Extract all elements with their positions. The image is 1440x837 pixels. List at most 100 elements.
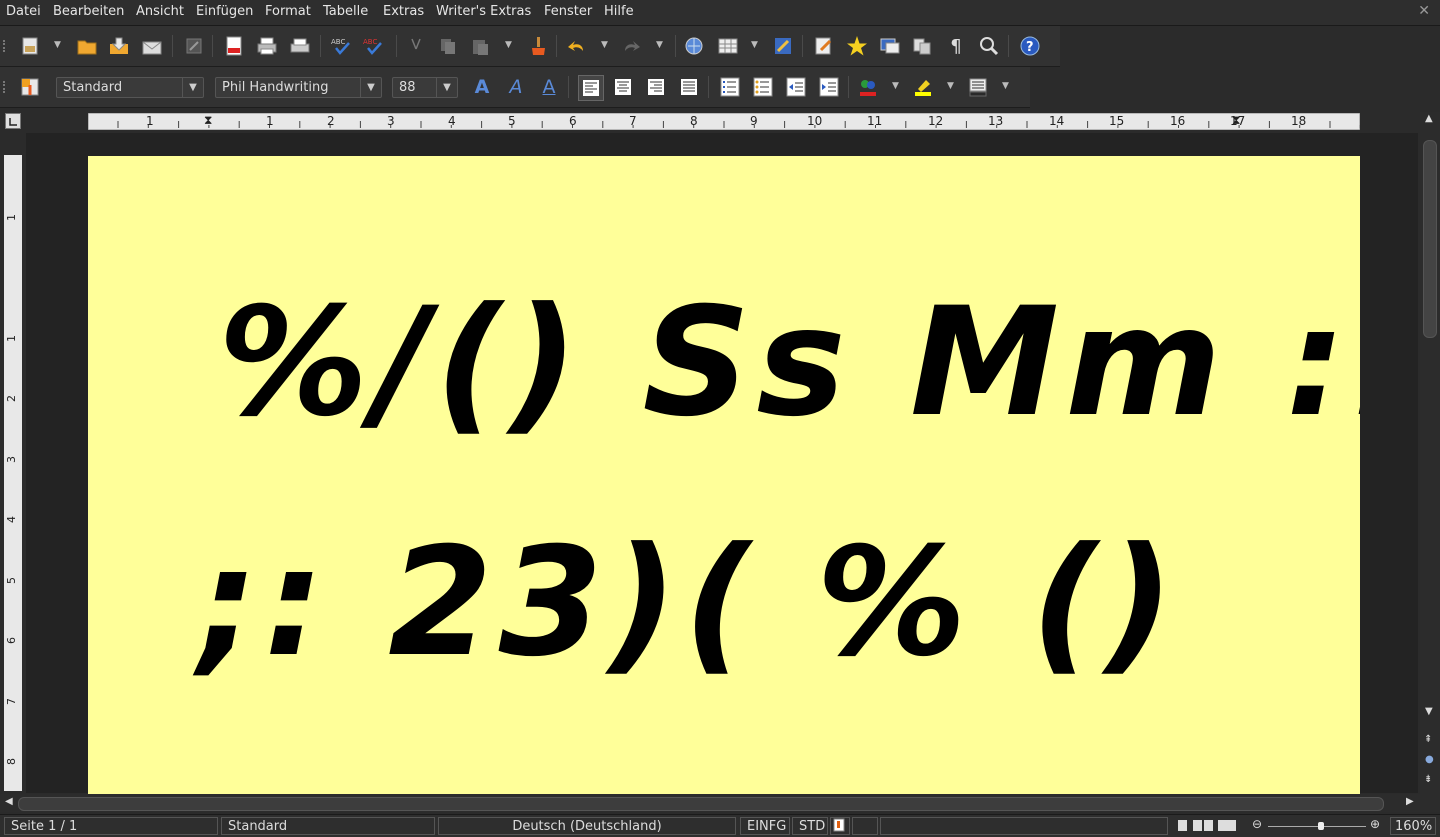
- horizontal-ruler[interactable]: 1 ⧗ 1 2 3 4 5 6 7 8 9 10 11 12 13 14 15 …: [88, 113, 1360, 130]
- undo-dropdown-icon[interactable]: ▼: [601, 40, 608, 50]
- scroll-up-icon[interactable]: ▲: [1425, 113, 1433, 124]
- page-indicator[interactable]: Seite 1 / 1: [4, 817, 218, 835]
- open-icon[interactable]: [75, 34, 99, 58]
- draw-functions-icon[interactable]: [771, 34, 795, 58]
- zoom-level[interactable]: 160%: [1390, 817, 1436, 835]
- data-sources-icon[interactable]: [910, 34, 934, 58]
- horizontal-scrollbar[interactable]: ◀ ▶: [0, 794, 1440, 812]
- underline-icon[interactable]: A: [537, 75, 561, 99]
- scroll-left-icon[interactable]: ◀: [5, 796, 13, 807]
- menu-hilfe[interactable]: Hilfe: [604, 4, 634, 19]
- spellcheck-icon[interactable]: ABC: [330, 34, 354, 58]
- edit-file-icon[interactable]: [182, 34, 206, 58]
- vertical-scroll-thumb[interactable]: [1423, 140, 1437, 338]
- print-icon[interactable]: [255, 34, 279, 58]
- selection-mode[interactable]: STD: [792, 817, 828, 835]
- single-page-view-icon[interactable]: [1178, 820, 1187, 831]
- formatting-marks-icon[interactable]: ¶: [944, 34, 968, 58]
- navigator-icon[interactable]: [845, 34, 869, 58]
- zoom-out-icon[interactable]: ⊖: [1252, 817, 1262, 831]
- styles-formatting-icon[interactable]: [18, 75, 42, 99]
- chevron-down-icon[interactable]: ▼: [436, 78, 457, 97]
- table-icon[interactable]: [716, 34, 740, 58]
- find-replace-icon[interactable]: [812, 34, 836, 58]
- justify-icon[interactable]: [677, 75, 701, 99]
- multi-page-view-icon[interactable]: [1193, 820, 1213, 831]
- numbering-icon[interactable]: [718, 75, 742, 99]
- page-style[interactable]: Standard: [221, 817, 435, 835]
- table-dropdown-icon[interactable]: ▼: [751, 40, 758, 50]
- increase-indent-icon[interactable]: [817, 75, 841, 99]
- insert-mode[interactable]: EINFG: [740, 817, 790, 835]
- menu-fenster[interactable]: Fenster: [544, 4, 592, 19]
- previous-page-icon[interactable]: ⇞: [1424, 734, 1432, 745]
- bullets-icon[interactable]: [751, 75, 775, 99]
- scroll-right-icon[interactable]: ▶: [1406, 796, 1414, 807]
- zoom-in-icon[interactable]: ⊕: [1370, 817, 1380, 831]
- italic-icon[interactable]: A: [504, 75, 528, 99]
- font-size-select[interactable]: 88 ▼: [392, 77, 458, 98]
- tab-stop-selector-icon[interactable]: [5, 113, 21, 129]
- menu-format[interactable]: Format: [265, 4, 311, 19]
- chevron-down-icon[interactable]: ▼: [360, 78, 381, 97]
- toolbar-grip-icon[interactable]: [3, 40, 11, 52]
- background-color-dropdown-icon[interactable]: ▼: [1002, 81, 1009, 91]
- menu-bearbeiten[interactable]: Bearbeiten: [53, 4, 124, 19]
- zoom-slider-handle[interactable]: [1318, 822, 1324, 830]
- close-document-icon[interactable]: ✕: [1418, 3, 1430, 19]
- paragraph-style-select[interactable]: Standard ▼: [56, 77, 204, 98]
- redo-dropdown-icon[interactable]: ▼: [656, 40, 663, 50]
- language-indicator[interactable]: Deutsch (Deutschland): [438, 817, 736, 835]
- vertical-scrollbar[interactable]: ▲ ▼ ⇞ ● ⇟: [1420, 112, 1440, 794]
- align-right-icon[interactable]: [644, 75, 668, 99]
- bold-icon[interactable]: A: [470, 75, 494, 99]
- document-text-line-1[interactable]: %/() Ss Mm :.: [218, 276, 1360, 450]
- indent-marker-icon[interactable]: ⧗: [204, 113, 212, 128]
- gallery-icon[interactable]: [878, 34, 902, 58]
- undo-icon[interactable]: [564, 34, 588, 58]
- copy-icon[interactable]: [436, 34, 460, 58]
- scroll-down-icon[interactable]: ▼: [1425, 706, 1433, 717]
- zoom-slider[interactable]: ⊖ ⊕: [1252, 817, 1384, 832]
- new-document-icon[interactable]: [18, 34, 42, 58]
- paste-icon[interactable]: [468, 34, 492, 58]
- font-color-icon[interactable]: [856, 75, 880, 99]
- digital-signature-field[interactable]: [852, 817, 878, 835]
- menu-tabelle[interactable]: Tabelle: [323, 4, 368, 19]
- decrease-indent-icon[interactable]: [784, 75, 808, 99]
- align-center-icon[interactable]: [611, 75, 635, 99]
- hyperlink-icon[interactable]: [682, 34, 706, 58]
- cut-icon[interactable]: [404, 34, 428, 58]
- vertical-ruler[interactable]: 1 1 2 3 4 5 6 7 8: [4, 155, 22, 791]
- document-page[interactable]: %/() Ss Mm :. ;: 23)( % (): [88, 156, 1360, 796]
- book-view-icon[interactable]: [1218, 820, 1236, 831]
- zoom-icon[interactable]: [977, 34, 1001, 58]
- paste-dropdown-icon[interactable]: ▼: [505, 40, 512, 50]
- menu-ansicht[interactable]: Ansicht: [136, 4, 184, 19]
- help-icon[interactable]: ?: [1018, 34, 1042, 58]
- font-name-select[interactable]: Phil Handwriting ▼: [215, 77, 382, 98]
- menu-datei[interactable]: Datei: [6, 4, 41, 19]
- align-left-icon[interactable]: [578, 75, 604, 101]
- document-text-line-2[interactable]: ;: 23)( % (): [198, 516, 1180, 690]
- save-icon[interactable]: [107, 34, 131, 58]
- next-page-icon[interactable]: ⇟: [1424, 774, 1432, 785]
- menu-einfuegen[interactable]: Einfügen: [196, 4, 253, 19]
- new-dropdown-icon[interactable]: ▼: [54, 40, 61, 50]
- clone-formatting-icon[interactable]: [526, 34, 550, 58]
- redo-icon[interactable]: [620, 34, 644, 58]
- export-pdf-icon[interactable]: [222, 34, 246, 58]
- highlighting-dropdown-icon[interactable]: ▼: [947, 81, 954, 91]
- toolbar-grip-icon[interactable]: [3, 81, 11, 93]
- font-color-dropdown-icon[interactable]: ▼: [892, 81, 899, 91]
- navigation-icon[interactable]: ●: [1425, 754, 1434, 765]
- highlighting-icon[interactable]: [911, 75, 935, 99]
- menu-extras[interactable]: Extras: [383, 4, 424, 19]
- print-preview-icon[interactable]: [288, 34, 312, 58]
- menu-writers-extras[interactable]: Writer's Extras: [436, 4, 531, 19]
- document-modified-icon[interactable]: [830, 817, 850, 835]
- autospellcheck-icon[interactable]: ABC: [362, 34, 386, 58]
- email-icon[interactable]: [140, 34, 164, 58]
- horizontal-scroll-thumb[interactable]: [18, 797, 1384, 811]
- chevron-down-icon[interactable]: ▼: [182, 78, 203, 97]
